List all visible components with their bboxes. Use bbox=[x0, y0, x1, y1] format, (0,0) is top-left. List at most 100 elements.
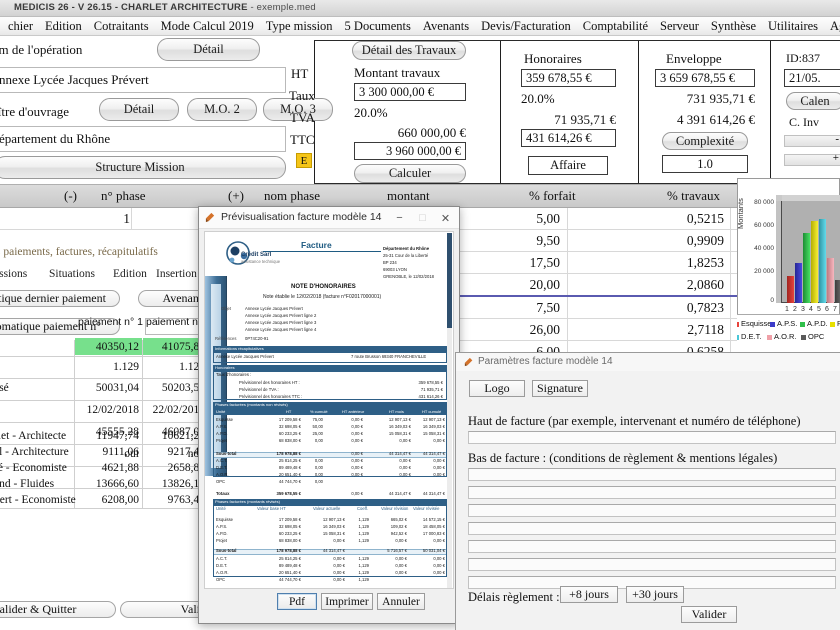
calendrier-button[interactable]: Calen bbox=[786, 92, 840, 110]
subtab-edition[interactable]: Edition bbox=[113, 268, 147, 280]
payment-cell[interactable]: 9763,45 bbox=[144, 494, 205, 506]
p1r4-ht: 178 978,88 € bbox=[276, 451, 301, 456]
p2r8-act: 0,00 € bbox=[333, 577, 345, 582]
payment-cell[interactable]: 12/02/2018 bbox=[76, 404, 139, 416]
menu-item-cotraitants[interactable]: Cotraitants bbox=[88, 18, 155, 35]
mo-detail-button[interactable]: Détail bbox=[99, 98, 179, 121]
enveloppe-ht-field[interactable]: 3 659 678,55 € bbox=[655, 69, 755, 87]
minus-button[interactable]: - bbox=[784, 133, 840, 147]
table-row[interactable]: 2,7118 bbox=[600, 322, 724, 338]
payment-cell[interactable]: 1.122 bbox=[144, 361, 205, 373]
enveloppe-ttc: 4 391 614,26 € bbox=[677, 112, 755, 127]
chart-ytick: 20 000 bbox=[754, 268, 774, 275]
payment-cell[interactable]: 40350,12 bbox=[76, 341, 139, 353]
menu-item-utilitaires[interactable]: Utilitaires bbox=[762, 18, 824, 35]
bas-facture-input-5[interactable] bbox=[468, 540, 836, 553]
chart-bar-1 bbox=[787, 276, 794, 303]
table-row[interactable]: 0,5215 bbox=[600, 211, 724, 227]
payment-cell[interactable]: 50031,04 bbox=[76, 382, 139, 394]
menu-item-synthese[interactable]: Synthèse bbox=[705, 18, 762, 35]
table-row[interactable]: 1 bbox=[40, 211, 130, 227]
table-row[interactable]: 1,8253 bbox=[600, 255, 724, 271]
calculer-button[interactable]: Calculer bbox=[354, 164, 466, 183]
menu-item-mode-calcul[interactable]: Mode Calcul 2019 bbox=[155, 18, 260, 35]
mo-name-field[interactable]: épartement du Rhône bbox=[0, 126, 286, 152]
subtab-situations[interactable]: Situations bbox=[49, 268, 95, 280]
menu-item-fichier[interactable]: chier bbox=[2, 18, 39, 35]
params-valider-button[interactable]: Valider bbox=[681, 606, 737, 623]
affaire-button[interactable]: Affaire bbox=[528, 156, 608, 175]
document-scrollbar[interactable] bbox=[447, 233, 452, 588]
dialog-title-bar[interactable]: Prévisualisation facture modèle 14 − □ ✕ bbox=[199, 207, 459, 229]
payment-cell[interactable]: 4621,88 bbox=[76, 462, 139, 474]
delai-30-jours-button[interactable]: +30 jours bbox=[626, 586, 684, 603]
subtab-sessions[interactable]: essions bbox=[0, 268, 27, 280]
structure-mission-button[interactable]: Structure Mission bbox=[0, 156, 286, 179]
detail-travaux-button[interactable]: Détail des Travaux bbox=[352, 41, 466, 60]
payment-cell[interactable]: 22/02/2018 bbox=[144, 404, 205, 416]
payment-cell[interactable]: 9111,06 bbox=[76, 446, 139, 458]
date-field[interactable]: 21/05. bbox=[784, 69, 840, 87]
payment-cell[interactable]: 11947,74 bbox=[76, 430, 139, 442]
menu-item-5-documents[interactable]: 5 Documents bbox=[339, 18, 417, 35]
montant-travaux-field[interactable]: 3 300 000,00 € bbox=[354, 83, 466, 101]
payment-cell[interactable]: 9217,40 bbox=[144, 446, 205, 458]
payment-cell[interactable]: 50203,55 bbox=[144, 382, 205, 394]
legend-label: Esquisse bbox=[741, 319, 772, 328]
menu-item-devis-facturation[interactable]: Devis/Facturation bbox=[475, 18, 577, 35]
invoice-document-view[interactable]: Crédit Sarl assistance technique Facture… bbox=[204, 231, 454, 589]
p2r3-fin: 0,00 € bbox=[433, 538, 445, 543]
complexite-field[interactable]: 1.0 bbox=[662, 155, 748, 173]
plus-button[interactable]: + bbox=[784, 152, 840, 166]
col-header-minus[interactable]: (-) bbox=[64, 188, 77, 204]
valider-quitter-button[interactable]: alider & Quitter bbox=[0, 601, 116, 618]
payment-cell[interactable]: 13826,12 bbox=[144, 478, 205, 490]
ttc-travaux-field[interactable]: 3 960 000,00 € bbox=[354, 142, 466, 160]
table-row[interactable]: 0,7823 bbox=[600, 300, 724, 316]
operation-name-field[interactable]: nnexe Lycée Jacques Prévert bbox=[0, 67, 286, 93]
payment-cell[interactable]: 6208,00 bbox=[76, 494, 139, 506]
menu-item-agence[interactable]: Agence bbox=[824, 18, 840, 35]
menu-item-type-mission[interactable]: Type mission bbox=[260, 18, 339, 35]
pdf-button[interactable]: Pdf bbox=[277, 593, 317, 610]
auto-dernier-paiement-button[interactable]: tomatique dernier paiement bbox=[0, 290, 120, 307]
payment-cell[interactable]: 2658,87 bbox=[144, 462, 205, 474]
delai-8-jours-button[interactable]: +8 jours bbox=[560, 586, 618, 603]
menu-item-comptabilite[interactable]: Comptabilité bbox=[577, 18, 654, 35]
phases2-col-rev: Valeur révision bbox=[381, 506, 409, 511]
logo-button[interactable]: Logo bbox=[469, 380, 525, 397]
operation-detail-button[interactable]: Détail bbox=[157, 38, 260, 61]
haut-facture-input[interactable] bbox=[468, 431, 836, 444]
honoraires-ttc-field[interactable]: 431 614,26 € bbox=[521, 129, 616, 147]
mo-2-button[interactable]: M.O. 2 bbox=[187, 98, 257, 121]
payment-cell[interactable]: 13666,60 bbox=[76, 478, 139, 490]
close-icon[interactable]: ✕ bbox=[437, 210, 454, 226]
payment-cell[interactable]: 41075,80 bbox=[144, 341, 205, 353]
scrollbar-thumb[interactable] bbox=[447, 233, 452, 328]
bas-facture-input-1[interactable] bbox=[468, 468, 836, 481]
complexite-button[interactable]: Complexité bbox=[662, 132, 748, 150]
p1r8-ht: 44 744,70 € bbox=[278, 479, 301, 484]
bas-facture-input-3[interactable] bbox=[468, 504, 836, 517]
payment-cell[interactable]: 10621,20 bbox=[144, 430, 205, 442]
menu-item-avenants[interactable]: Avenants bbox=[417, 18, 475, 35]
main-menu-bar[interactable]: chier Edition Cotraitants Mode Calcul 20… bbox=[0, 17, 840, 36]
bas-facture-input-4[interactable] bbox=[468, 522, 836, 535]
maximize-icon[interactable]: □ bbox=[414, 210, 431, 226]
menu-item-edition[interactable]: Edition bbox=[39, 18, 88, 35]
menu-item-serveur[interactable]: Serveur bbox=[654, 18, 705, 35]
payment-cell[interactable]: 1.129 bbox=[76, 361, 139, 373]
table-row[interactable]: 2,0860 bbox=[600, 277, 724, 293]
imprimer-button[interactable]: Imprimer bbox=[321, 593, 373, 610]
bas-facture-input-6[interactable] bbox=[468, 558, 836, 571]
annuler-button[interactable]: Annuler bbox=[377, 593, 425, 610]
subtab-insertion[interactable]: Insertion bbox=[156, 268, 197, 280]
e-badge[interactable]: E bbox=[296, 153, 312, 168]
honoraires-ht-field[interactable]: 359 678,55 € bbox=[521, 69, 616, 87]
table-row[interactable]: 0,9909 bbox=[600, 233, 724, 249]
col-header-plus[interactable]: (+) bbox=[228, 188, 244, 204]
bas-facture-input-2[interactable] bbox=[468, 486, 836, 499]
minimize-icon[interactable]: − bbox=[391, 210, 408, 226]
legend-label: A.P.S. bbox=[777, 319, 798, 328]
signature-button[interactable]: Signature bbox=[532, 380, 588, 397]
